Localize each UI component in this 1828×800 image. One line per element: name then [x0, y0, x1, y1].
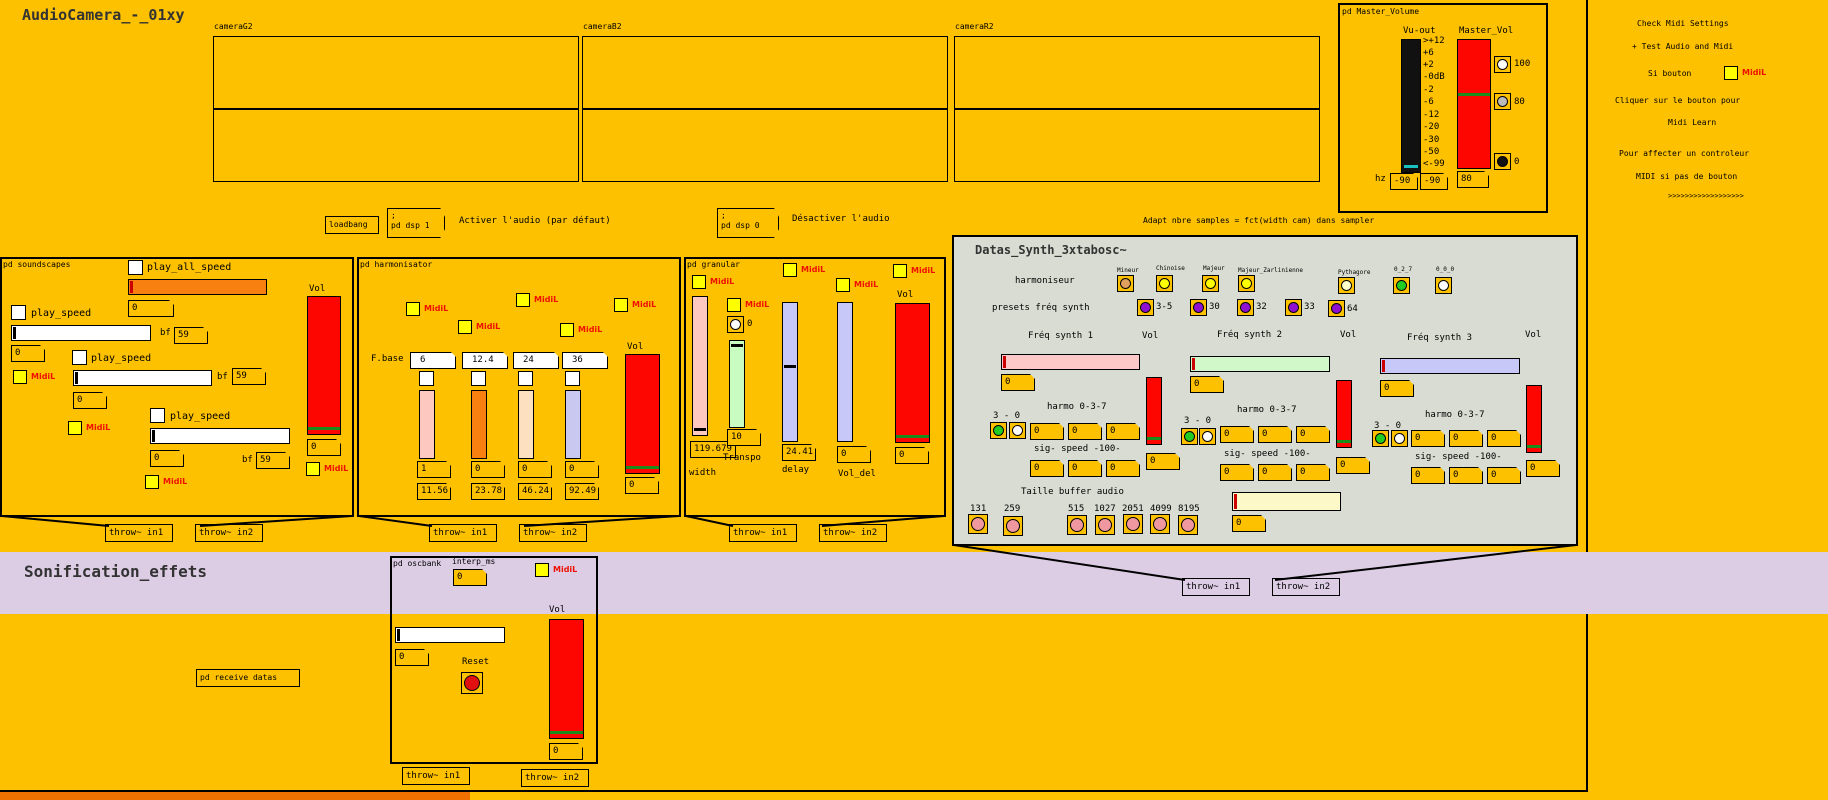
throw-in2-oscbank[interactable]: throw~ in2 [521, 769, 589, 787]
oscbank-vol-label: Vol [549, 605, 566, 615]
interp-ms-number[interactable]: 0 [453, 569, 487, 586]
receive-datas-object[interactable]: pd receive datas [196, 669, 300, 687]
reset-label: Reset [462, 657, 490, 667]
reset-bang[interactable] [461, 672, 483, 694]
oscbank-slider[interactable] [395, 627, 505, 643]
throw-in1-oscbank[interactable]: throw~ in1 [402, 767, 470, 785]
oscbank-vol-number[interactable]: 0 [549, 743, 583, 760]
interp-ms-label: interp_ms [452, 557, 496, 566]
oscbank-title: pd oscbank [393, 559, 442, 568]
oscbank-slider-number[interactable]: 0 [395, 649, 429, 666]
oscbank-vol-slider[interactable] [549, 619, 584, 739]
